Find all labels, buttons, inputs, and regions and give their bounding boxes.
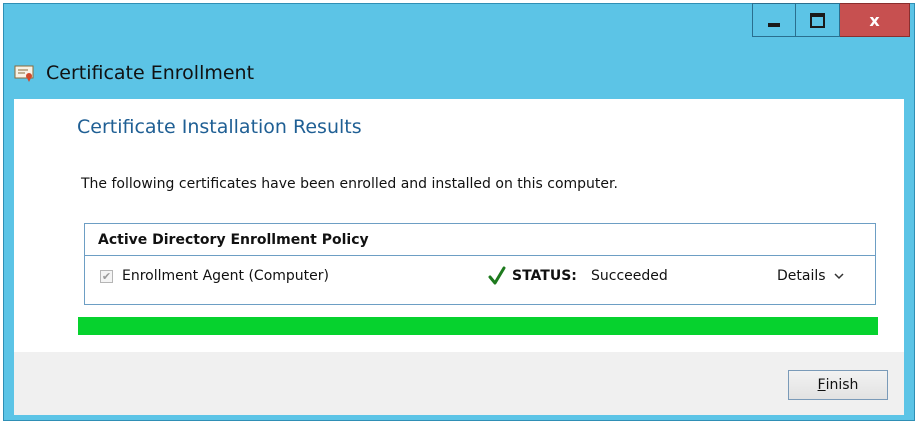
success-check-icon: [488, 266, 506, 285]
finish-button[interactable]: Finish: [788, 370, 888, 400]
checkmark-icon: ✔: [101, 270, 112, 283]
maximize-button[interactable]: [796, 3, 840, 37]
page-title: Certificate Installation Results: [77, 116, 362, 138]
minimize-button[interactable]: [752, 3, 796, 37]
status-label: STATUS:: [512, 268, 577, 284]
certificate-row: ✔ Enrollment Agent (Computer) STATUS: Su…: [85, 256, 875, 304]
certificate-enrollment-window: x Certificate Enrollment Certificate Ins…: [3, 3, 915, 421]
policy-header: Active Directory Enrollment Policy: [85, 224, 875, 256]
close-icon: x: [869, 10, 880, 30]
status-value: Succeeded: [591, 268, 668, 284]
chevron-down-icon: [834, 273, 844, 280]
finish-label-rest: inish: [825, 377, 859, 393]
close-button[interactable]: x: [840, 3, 910, 37]
page-description: The following certificates have been enr…: [81, 176, 618, 192]
progress-fill: [78, 317, 878, 335]
footer-bar: Finish: [14, 352, 904, 415]
progress-bar: [78, 317, 878, 335]
details-label: Details: [777, 268, 826, 284]
minimize-icon: [768, 23, 780, 27]
certificate-name: Enrollment Agent (Computer): [122, 268, 329, 284]
maximize-icon: [810, 12, 825, 28]
content-panel: Certificate Installation Results The fol…: [14, 99, 904, 352]
certificate-icon: [14, 65, 34, 82]
certificate-checkbox: ✔: [100, 270, 113, 283]
window-controls: x: [752, 3, 910, 37]
details-toggle[interactable]: Details: [777, 268, 845, 284]
finish-access-key: F: [817, 377, 826, 393]
window-title: Certificate Enrollment: [46, 62, 255, 84]
title-bar: Certificate Enrollment: [14, 62, 254, 84]
enrollment-policy-group: Active Directory Enrollment Policy ✔ Enr…: [84, 223, 876, 305]
